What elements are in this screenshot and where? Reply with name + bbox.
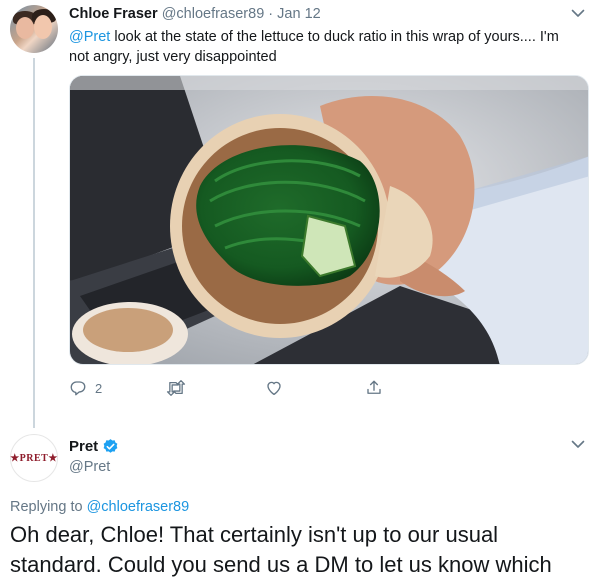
thread-connector-line — [33, 58, 35, 428]
avatar-chloe[interactable] — [10, 5, 58, 53]
pret-logo: ★PRET★ — [10, 452, 58, 464]
share-icon — [365, 379, 383, 397]
tweet-body: look at the state of the lettuce to duck… — [69, 29, 559, 65]
chevron-down-icon[interactable] — [571, 9, 585, 19]
heart-icon — [265, 379, 283, 397]
reply-count: 2 — [95, 380, 103, 396]
chevron-down-icon-pret[interactable] — [571, 440, 585, 450]
verified-badge-icon — [102, 438, 119, 455]
tweet-date[interactable]: Jan 12 — [277, 6, 321, 22]
reply-button[interactable]: 2 — [69, 377, 102, 399]
replying-to-link[interactable]: @chloefraser89 — [87, 499, 190, 515]
user-handle[interactable]: @chloefraser89 — [162, 6, 265, 22]
reply-text: Oh dear, Chloe! That certainly isn't up … — [10, 522, 552, 577]
pret-name-row: Pret — [69, 438, 119, 455]
user-handle-pret[interactable]: @Pret — [69, 459, 110, 475]
replying-prefix: Replying to — [10, 499, 87, 515]
reply-icon — [69, 379, 87, 397]
mention-link[interactable]: @Pret — [69, 29, 110, 45]
like-button[interactable] — [265, 377, 283, 399]
retweet-icon — [166, 379, 186, 397]
wrap-photo-image — [70, 76, 588, 364]
share-button[interactable] — [365, 377, 383, 399]
replying-to: Replying to @chloefraser89 — [10, 499, 189, 515]
tweet-header: Chloe Fraser @chloefraser89 · Jan 12 — [69, 6, 321, 22]
tweet-actions: 2 — [69, 377, 399, 399]
tweet-text: @Pret look at the state of the lettuce t… — [69, 27, 579, 67]
separator-dot: · — [268, 6, 274, 22]
retweet-button[interactable] — [166, 377, 186, 399]
avatar-pret[interactable]: ★PRET★ — [10, 434, 58, 482]
display-name-pret[interactable]: Pret — [69, 438, 98, 455]
display-name[interactable]: Chloe Fraser — [69, 6, 158, 22]
tweet-photo[interactable] — [69, 75, 589, 365]
